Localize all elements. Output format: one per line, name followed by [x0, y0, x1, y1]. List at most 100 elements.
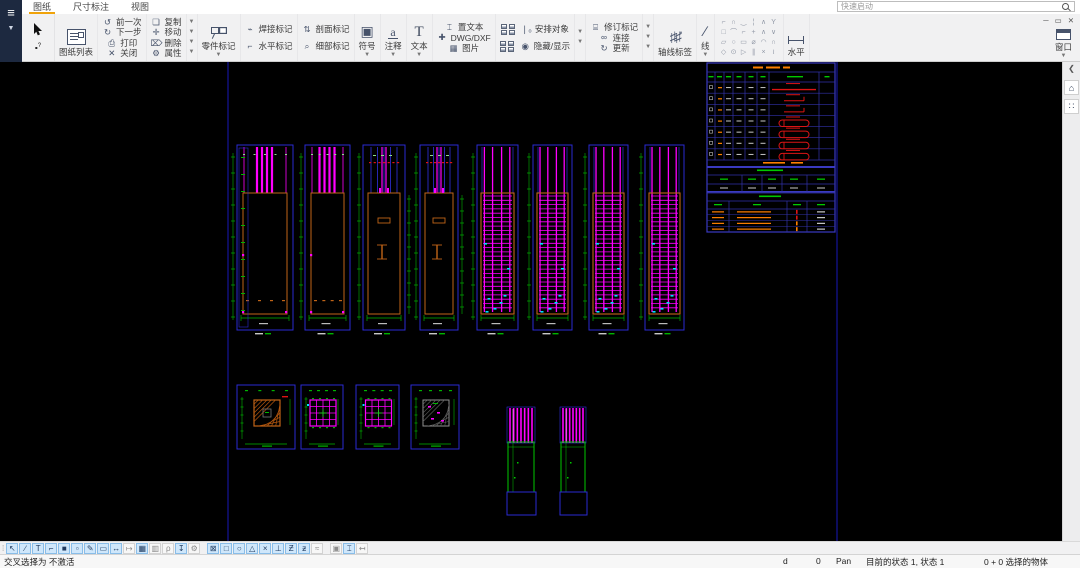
snap-pick-icon[interactable]: ✎: [84, 543, 96, 554]
sketch-tool-icon[interactable]: ∩: [729, 18, 739, 28]
snap-rect-icon[interactable]: □: [220, 543, 232, 554]
section-mark-button[interactable]: ⇅剖面标记: [302, 21, 350, 38]
sketch-tool-icon[interactable]: ◠: [759, 38, 769, 48]
chevron-down-icon[interactable]: ▼: [645, 25, 651, 30]
app-menu-button[interactable]: ≡ ▼: [0, 0, 22, 62]
place-text-button[interactable]: ⌶置文本: [444, 22, 484, 33]
snap-z1-icon[interactable]: Ƶ: [285, 543, 297, 554]
snap-shorten-icon[interactable]: ↦: [123, 543, 135, 554]
chevron-down-icon[interactable]: ▼: [189, 50, 195, 55]
snap-pin-icon[interactable]: ↧: [175, 543, 187, 554]
sketch-tool-icon[interactable]: +: [749, 28, 759, 38]
line-button[interactable]: ∕ 线 ▼: [701, 15, 710, 60]
sketch-tool-icon[interactable]: ∧: [759, 28, 769, 38]
snap-text-icon[interactable]: T: [32, 543, 44, 554]
close-button[interactable]: ✕关闭: [106, 48, 137, 59]
detail-mark-button[interactable]: ⌕细部标记: [302, 38, 350, 55]
sketch-tool-icon[interactable]: ⊙: [729, 48, 739, 58]
sketch-tool-icon[interactable]: ∧: [759, 18, 769, 28]
text-button[interactable]: T 文本 ▼: [411, 15, 428, 60]
sketch-tool-icon[interactable]: ▷: [739, 48, 749, 58]
chevron-down-icon[interactable]: ▼: [577, 30, 583, 35]
sketch-tool-grid[interactable]: ⌐∩‿¦∧Y□⌒⌐+∧∨▱○▭⌀◠∩◇⊙▷∥×≀: [719, 18, 779, 58]
chevron-down-icon[interactable]: ▼: [216, 53, 222, 58]
chevron-down-icon[interactable]: ▼: [189, 40, 195, 45]
tab-dimension[interactable]: 尺寸标注: [62, 0, 120, 14]
arrange-objects-button[interactable]: ❘₀ 安排对象: [501, 21, 569, 38]
sketch-tool-icon[interactable]: Y: [769, 18, 779, 28]
snap-endpoint-icon[interactable]: ⊠: [207, 543, 219, 554]
sketch-tool-icon[interactable]: ⌀: [749, 38, 759, 48]
sketch-tool-icon[interactable]: ×: [759, 48, 769, 58]
sketch-tool-icon[interactable]: ¦: [749, 18, 759, 28]
weld-mark-button[interactable]: ⌁焊接标记: [245, 21, 293, 38]
sketch-tool-icon[interactable]: ◇: [719, 48, 729, 58]
snap-perpendicular-icon[interactable]: ⊥: [272, 543, 284, 554]
tab-view[interactable]: 视图: [120, 0, 160, 14]
horizontal-dimension-button[interactable]: 水平: [788, 15, 805, 60]
sketch-tool-icon[interactable]: ≀: [769, 48, 779, 58]
sketch-tool-icon[interactable]: ○: [729, 38, 739, 48]
snap-grid-icon[interactable]: ▦: [136, 543, 148, 554]
snap-gear-icon[interactable]: ⚙: [188, 543, 200, 554]
chevron-down-icon[interactable]: ▼: [577, 40, 583, 45]
close-icon[interactable]: ✕: [1068, 16, 1074, 25]
chevron-down-icon[interactable]: ▼: [390, 53, 396, 58]
part-mark-button[interactable]: 零件标记 ▼: [202, 15, 236, 60]
quick-launch-input[interactable]: 快速启动: [837, 1, 1075, 12]
picture-button[interactable]: ▦图片: [448, 43, 479, 54]
select-arrow-icon[interactable]: ↖: [6, 543, 18, 554]
applications-icon[interactable]: ∷: [1064, 99, 1079, 114]
snap-circle-icon[interactable]: ○: [233, 543, 245, 554]
sketch-tool-icon[interactable]: ⌒: [729, 28, 739, 38]
symbol-button[interactable]: ▣ 符号 ▼: [359, 15, 376, 60]
sketch-tool-icon[interactable]: ▭: [739, 38, 749, 48]
sketch-tool-icon[interactable]: ∥: [749, 48, 759, 58]
snap-return-icon[interactable]: ↤: [356, 543, 368, 554]
sketch-tool-icon[interactable]: ‿: [739, 18, 749, 28]
chevron-down-icon[interactable]: ▼: [364, 53, 370, 58]
snap-solid-icon[interactable]: ▣: [330, 543, 342, 554]
snap-level-icon[interactable]: ⌐: [45, 543, 57, 554]
sketch-tool-icon[interactable]: ⌐: [719, 18, 729, 28]
snap-grid-alt-icon[interactable]: ▥: [149, 543, 161, 554]
snap-node-icon[interactable]: ▫: [71, 543, 83, 554]
chevron-down-icon[interactable]: ▼: [645, 35, 651, 40]
update-button[interactable]: ↻更新: [599, 43, 630, 54]
minimize-icon[interactable]: ─: [1043, 16, 1048, 25]
sketch-tool-icon[interactable]: ⌐: [739, 28, 749, 38]
drawing-sheet[interactable]: [0, 62, 1062, 541]
warehouse-icon[interactable]: ⌂: [1064, 80, 1079, 95]
sketch-tool-icon[interactable]: □: [719, 28, 729, 38]
properties-button[interactable]: ⚙属性: [151, 48, 182, 59]
inquire-icon[interactable]: ▪?: [35, 43, 41, 53]
snap-ibeam-icon[interactable]: ⌶: [343, 543, 355, 554]
snap-area-icon[interactable]: ▭: [97, 543, 109, 554]
chevron-down-icon[interactable]: ▼: [645, 45, 651, 50]
chevron-down-icon[interactable]: ▼: [189, 20, 195, 25]
toolbar-grip[interactable]: ⁞: [2, 544, 4, 553]
snap-intersection-icon[interactable]: ×: [259, 543, 271, 554]
snap-rho-icon[interactable]: ρ: [162, 543, 174, 554]
chevron-down-icon[interactable]: ▼: [189, 30, 195, 35]
snap-extend-icon[interactable]: ↔: [110, 543, 122, 554]
sketch-tool-icon[interactable]: ▱: [719, 38, 729, 48]
snap-point-icon[interactable]: ■: [58, 543, 70, 554]
chevron-down-icon[interactable]: ▼: [702, 53, 708, 58]
snap-z2-icon[interactable]: ƶ: [298, 543, 310, 554]
hide-show-button[interactable]: ◉ 隐藏/显示: [500, 38, 570, 55]
sketch-tool-icon[interactable]: ∨: [769, 28, 779, 38]
panel-expand-chevron-icon[interactable]: ❮: [1068, 64, 1075, 76]
tab-drawing[interactable]: 图纸: [22, 0, 62, 14]
drawing-canvas[interactable]: [0, 62, 1062, 541]
annotation-button[interactable]: a 注释 ▼: [385, 15, 402, 60]
sketch-tool-icon[interactable]: ∩: [769, 38, 779, 48]
snap-triangle-icon[interactable]: △: [246, 543, 258, 554]
drawing-list-button[interactable]: 图纸列表: [59, 15, 93, 60]
level-mark-button[interactable]: ⌐水平标记: [245, 38, 293, 55]
chevron-down-icon[interactable]: ▼: [416, 53, 422, 58]
snap-line-icon[interactable]: ∕: [19, 543, 31, 554]
snap-wave-icon[interactable]: ≈: [311, 543, 323, 554]
grid-label-button[interactable]: ♯♯°° 轴线标签: [658, 15, 692, 60]
chevron-down-icon[interactable]: ▼: [1061, 54, 1067, 59]
